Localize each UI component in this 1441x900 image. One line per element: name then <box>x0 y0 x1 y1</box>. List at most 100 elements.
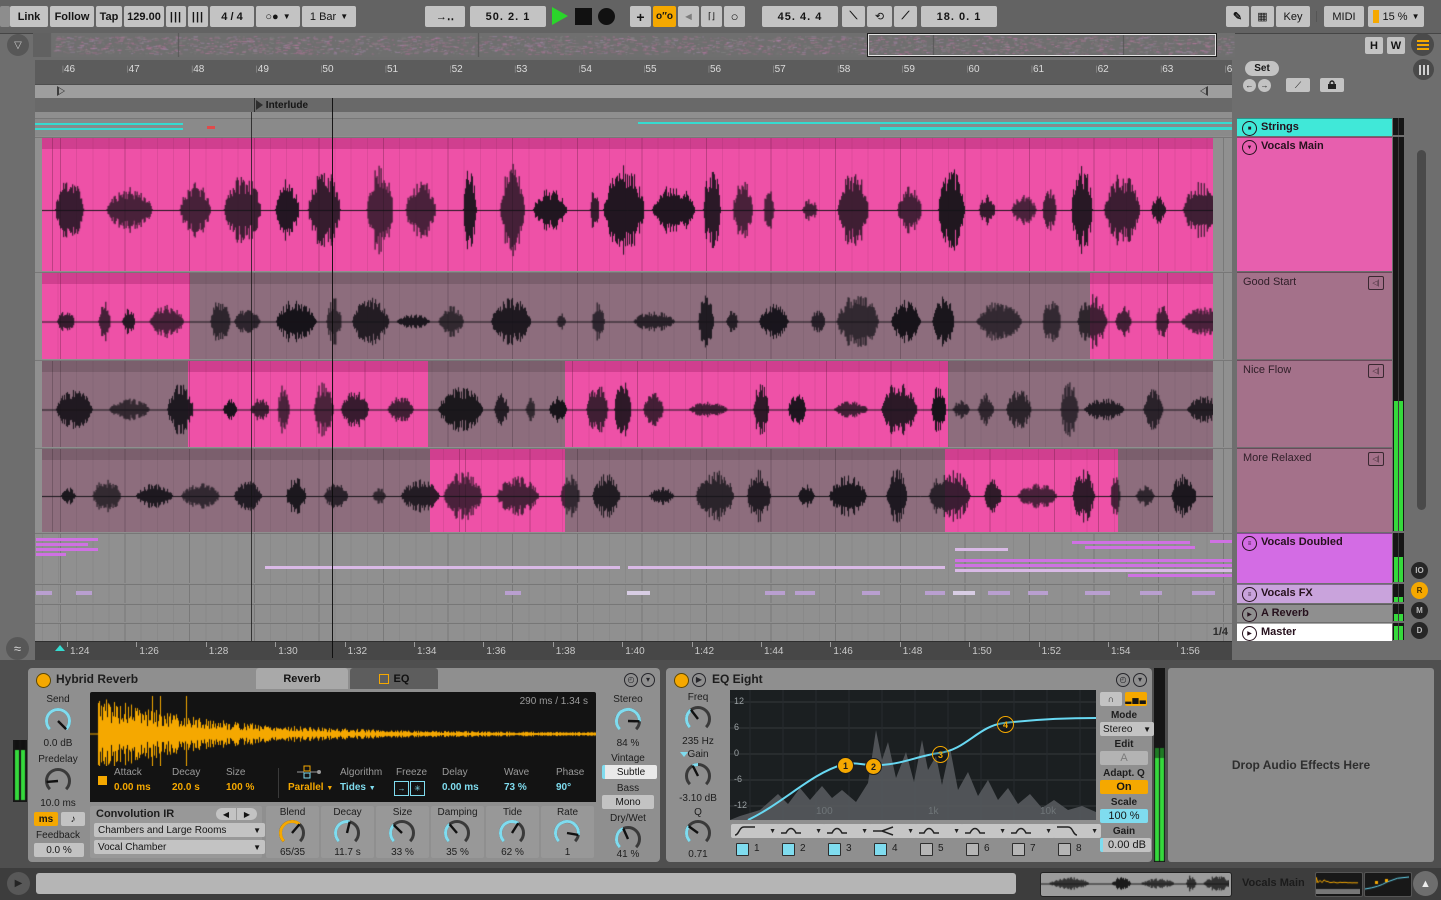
algorithm-selector[interactable]: Tides ▼ <box>340 782 376 793</box>
computer-midi-keyboard-button[interactable]: ▦ <box>1251 6 1274 27</box>
knob-dial[interactable] <box>332 818 362 848</box>
arrangement-position-field[interactable]: 50. 2. 1 <box>470 6 546 27</box>
capture-midi-button[interactable]: ⌈⌋ <box>701 6 722 27</box>
freq-knob[interactable] <box>683 704 713 739</box>
quantize-menu[interactable]: 1 Bar ▼ <box>302 6 356 27</box>
band-filter-type-menu[interactable]: ▼ <box>731 824 779 838</box>
eq-band-handle-3[interactable]: 3 <box>932 746 949 763</box>
eq-band-handle-1[interactable]: 1 <box>837 757 854 774</box>
ir-enable-toggle[interactable] <box>98 776 107 785</box>
track-row-good-start[interactable] <box>35 272 1232 359</box>
ir-preset-menu[interactable]: Vocal Chamber ▼ <box>94 840 265 854</box>
device-activator-led[interactable] <box>674 673 689 688</box>
param-value[interactable]: 73 % <box>504 782 527 793</box>
zoom-height-button[interactable]: H <box>1365 37 1383 54</box>
adapt-q-toggle[interactable]: On <box>1100 780 1148 794</box>
scale-field[interactable]: 100 % <box>1100 809 1148 823</box>
nudge-up-button[interactable]: ||| <box>188 6 208 27</box>
hot-swap-icon[interactable]: ◴ <box>624 673 638 687</box>
stereo-knob[interactable] <box>613 706 643 741</box>
zoom-width-button[interactable]: W <box>1387 37 1405 54</box>
track-row-vocals-fx[interactable] <box>35 584 1232 603</box>
eq-band-handle-4[interactable]: 4 <box>997 716 1014 733</box>
midi-map-button[interactable]: MIDI <box>1324 6 1364 27</box>
track-unfold-icon[interactable]: ▶ <box>1242 607 1257 622</box>
mixer-toggle-io[interactable]: IO <box>1411 562 1428 579</box>
param-value[interactable]: 0.00 ms <box>114 782 151 793</box>
knob-dial[interactable] <box>552 818 582 848</box>
knob-dial[interactable] <box>497 818 527 848</box>
knob-dial[interactable] <box>387 818 417 848</box>
device-title[interactable]: Hybrid Reverb <box>56 672 138 686</box>
ir-display[interactable]: 290 ms / 1.34 s Attack 0.00 ms Decay 20.0 s… <box>90 692 596 802</box>
track-row-master[interactable]: 1/4 <box>35 623 1232 641</box>
status-message-field[interactable] <box>36 873 1016 894</box>
play-button[interactable] <box>552 7 568 25</box>
param-value[interactable]: 100 % <box>226 782 254 793</box>
band-enable-checkbox[interactable] <box>782 843 795 856</box>
knob-decay[interactable]: Decay 11.7 s <box>321 806 374 858</box>
automation-arm-button[interactable]: o″o <box>653 6 676 27</box>
follow-playhead-button[interactable]: →‥ <box>425 6 465 27</box>
loop-brace[interactable] <box>35 84 1232 99</box>
hot-swap-icon[interactable]: ◴ <box>1116 673 1130 687</box>
lane-audition-icon[interactable]: ◁| <box>1368 276 1384 290</box>
track-header-nice-flow[interactable]: Nice Flow ◁| <box>1237 360 1392 447</box>
overview-viewport[interactable] <box>867 33 1217 57</box>
bar-ruler[interactable]: ❘ 46 ❘ 47 ❘ 48 ❘ 49 ❘ 50 ❘ 51 ❘ 52 ❘ 53 ❘ 54 ❘ 55 ❘ 56 ❘ 57 ❘ 58 ❘… <box>35 60 1232 84</box>
track-header-strings[interactable]: ■ Strings <box>1237 118 1392 136</box>
loop-button[interactable]: ⟲ <box>867 6 892 27</box>
preview-play-icon[interactable]: ▶ <box>7 872 30 895</box>
arrangement-fold-button[interactable]: ▽ <box>7 34 29 56</box>
tab-eq[interactable]: EQ <box>350 668 438 689</box>
eq-curve-display[interactable]: 12 6 0 -6 -12 100 1k 10k 1 2 3 4 <box>730 690 1096 820</box>
vertical-scrollbar[interactable] <box>1417 150 1426 510</box>
track-row-vocals-doubled[interactable] <box>35 533 1232 583</box>
time-signature-field[interactable]: 4 / 4 <box>210 6 254 27</box>
edit-ab-button[interactable]: A <box>1100 751 1148 765</box>
loop-length-field[interactable]: 18. 0. 1 <box>921 6 997 27</box>
routing-selector[interactable]: Parallel ▼ <box>288 782 333 793</box>
output-gain-field[interactable]: 0.00 dB <box>1100 838 1151 852</box>
track-row-more-relaxed[interactable] <box>35 448 1232 532</box>
band-enable-checkbox[interactable] <box>736 843 749 856</box>
knob-blend[interactable]: Blend 65/35 <box>266 806 319 858</box>
record-button[interactable] <box>598 8 615 25</box>
track-unfold-icon[interactable]: ▼ <box>1242 140 1257 155</box>
knob-dial[interactable] <box>442 818 472 848</box>
ir-category-menu[interactable]: Chambers and Large Rooms ▼ <box>94 823 265 837</box>
freeze-in-button[interactable]: → <box>394 781 409 796</box>
mixer-toggle-d[interactable]: D <box>1411 622 1428 639</box>
feedback-field[interactable]: 0.0 % <box>34 843 84 857</box>
mixer-toggle-r[interactable]: R <box>1411 582 1428 599</box>
session-arrangement-toggle[interactable] <box>1411 33 1434 56</box>
track-unfold-icon[interactable]: ▶ <box>1242 626 1257 641</box>
prev-locator-button[interactable]: ← <box>1243 79 1256 92</box>
band-filter-type-menu[interactable]: ▼ <box>823 824 871 838</box>
freeze-button[interactable]: ✳ <box>410 781 425 796</box>
playhead-line[interactable] <box>332 98 333 658</box>
save-preset-icon[interactable]: ▾ <box>641 673 655 687</box>
knob-rate[interactable]: Rate 1 <box>541 806 594 858</box>
track-header-vocals-fx[interactable]: ≡ Vocals FX <box>1237 584 1392 603</box>
note-sync-toggle[interactable]: ♪ <box>61 812 85 826</box>
track-header-a-reverb[interactable]: ▶ A Reverb <box>1237 604 1392 622</box>
mode-selector[interactable]: Stereo ▼ <box>1100 722 1154 736</box>
band-filter-type-menu[interactable]: ▼ <box>915 824 963 838</box>
locator-row[interactable]: Interlude <box>35 98 1232 112</box>
clip-device-toggle-icon[interactable]: ≈ <box>6 637 29 660</box>
track-header-master[interactable]: ▶ Master <box>1237 623 1392 641</box>
band-filter-type-menu[interactable]: ▼ <box>961 824 1009 838</box>
time-ruler[interactable]: 1:24 1:26 1:28 1:30 1:32 1:34 1:36 1:38 1:40 1:42… <box>35 641 1232 661</box>
punch-in-button[interactable]: ⟍ <box>842 6 865 27</box>
punch-out-button[interactable]: ⟋ <box>894 6 917 27</box>
knob-damping[interactable]: Damping 35 % <box>431 806 484 858</box>
track-unfold-icon[interactable]: ■ <box>1242 121 1257 136</box>
set-locator-button[interactable]: Set <box>1245 61 1279 76</box>
ms-toggle[interactable]: ms <box>34 812 58 826</box>
knob-size[interactable]: Size 33 % <box>376 806 429 858</box>
lane-audition-icon[interactable]: ◁| <box>1368 452 1384 466</box>
tempo-field[interactable]: 129.00 <box>124 6 164 27</box>
send-knob[interactable] <box>43 706 73 741</box>
next-ir-button[interactable]: ▶ <box>237 808 257 820</box>
